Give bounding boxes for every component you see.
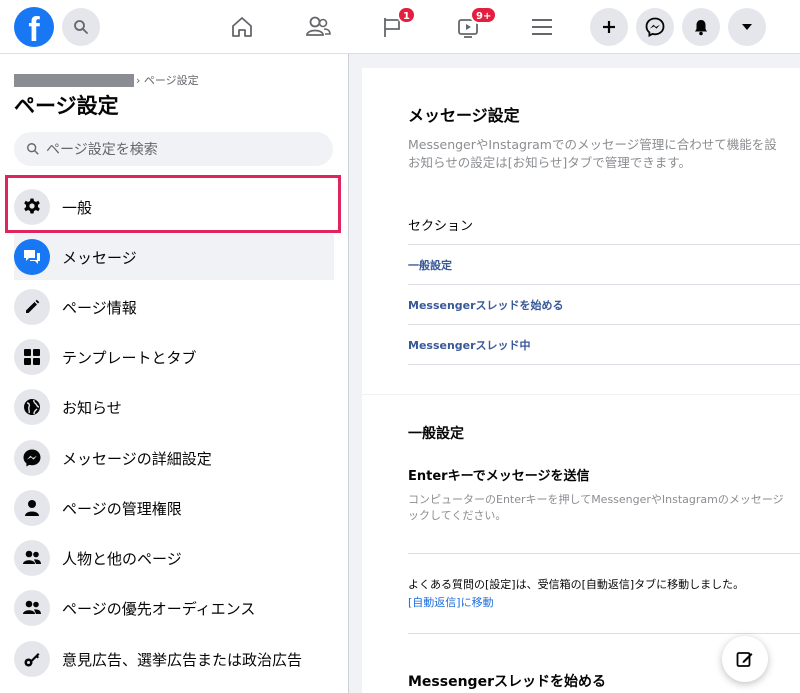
sidebar-item-people-other-pages[interactable]: 人物と他のページ [14, 535, 334, 581]
settings-search-input[interactable]: ページ設定を検索 [14, 132, 333, 166]
auto-reply-link[interactable]: [自動返信]に移動 [408, 594, 494, 610]
enter-key-description-line2: ックしてください。 [408, 509, 507, 522]
sidebar-item-notifications[interactable]: お知らせ [14, 384, 334, 430]
section-link-start-thread[interactable]: Messengerスレッドを始める [408, 297, 564, 313]
divider [408, 633, 800, 634]
main-description-line2: お知らせの設定は[お知らせ]タブで管理できます。 [408, 155, 692, 170]
divider [408, 284, 800, 285]
sidebar-item-messages[interactable]: メッセージ [14, 234, 334, 280]
highlight-frame [5, 175, 341, 233]
messenger-button[interactable] [636, 8, 674, 46]
section-header: セクション [408, 219, 474, 234]
settings-sidebar: › ページ設定 ページ設定 ページ設定を検索 一般 メッセージ ページ情報 テン… [0, 54, 349, 693]
main-description-line1: MessengerやInstagramでのメッセージ管理に合わせて機能を設 [408, 137, 777, 152]
section-link-in-thread[interactable]: Messengerスレッド中 [408, 337, 531, 353]
nav-menu[interactable] [522, 8, 562, 46]
caret-down-icon [742, 24, 752, 30]
people-icon [23, 600, 41, 614]
top-navigation-bar: f 1 9+ [0, 0, 800, 54]
hamburger-icon [532, 19, 552, 35]
plus-icon [603, 21, 615, 33]
sidebar-item-preferred-audience[interactable]: ページの優先オーディエンス [14, 585, 334, 631]
redacted-page-name[interactable] [14, 73, 134, 87]
account-menu-button[interactable] [728, 8, 766, 46]
search-icon [27, 143, 39, 155]
sidebar-item-advanced-messaging[interactable]: メッセージの詳細設定 [14, 435, 334, 481]
enter-key-setting-title[interactable]: Enterキーでメッセージを送信 [408, 465, 590, 484]
compose-icon [736, 652, 753, 667]
create-button[interactable] [590, 8, 628, 46]
home-icon [232, 17, 252, 37]
divider [408, 364, 800, 365]
section-link-general[interactable]: 一般設定 [408, 257, 452, 273]
search-button[interactable] [62, 8, 100, 46]
divider [408, 324, 800, 325]
main-title: メッセージ設定 [408, 106, 520, 125]
notifications-button[interactable] [682, 8, 720, 46]
search-icon [74, 20, 88, 34]
sidebar-item-templates-tabs[interactable]: テンプレートとタブ [14, 334, 334, 380]
facebook-logo[interactable]: f [14, 7, 54, 47]
message-bubbles-icon [24, 250, 40, 264]
globe-icon [24, 399, 40, 415]
sidebar-item-political-ads[interactable]: 意見広告、選挙広告または政治広告 [14, 636, 334, 682]
friends-icon [306, 16, 331, 36]
breadcrumb: › ページ設定 [14, 73, 199, 87]
watch-badge: 9+ [470, 6, 498, 24]
faq-moved-note: よくある質問の[設定]は、受信箱の[自動返信]タブに移動しました。 [408, 578, 745, 591]
sidebar-item-page-info[interactable]: ページ情報 [14, 284, 334, 330]
nav-friends[interactable] [298, 8, 338, 46]
divider [408, 244, 800, 245]
nav-home[interactable] [222, 8, 262, 46]
sidebar-item-page-roles[interactable]: ページの管理権限 [14, 485, 334, 531]
pages-badge: 1 [397, 6, 416, 24]
nav-watch[interactable]: 9+ [448, 6, 498, 46]
compose-button[interactable] [722, 636, 768, 682]
people-icon [23, 550, 41, 564]
bell-icon [695, 20, 707, 36]
messenger-icon [23, 449, 41, 467]
person-icon [25, 500, 39, 516]
page-title: ページ設定 [14, 94, 119, 118]
message-settings-panel: メッセージ設定 MessengerやInstagramでのメッセージ管理に合わせ… [362, 68, 800, 394]
start-thread-section-title: Messengerスレッドを始める [408, 674, 606, 690]
key-icon [24, 653, 40, 667]
messenger-icon [645, 17, 665, 37]
divider [408, 553, 800, 554]
pencil-icon [26, 299, 40, 313]
search-placeholder: ページ設定を検索 [46, 142, 158, 158]
nav-pages[interactable]: 1 [372, 6, 416, 46]
general-settings-title: 一般設定 [408, 426, 464, 442]
grid-icon [24, 349, 40, 365]
